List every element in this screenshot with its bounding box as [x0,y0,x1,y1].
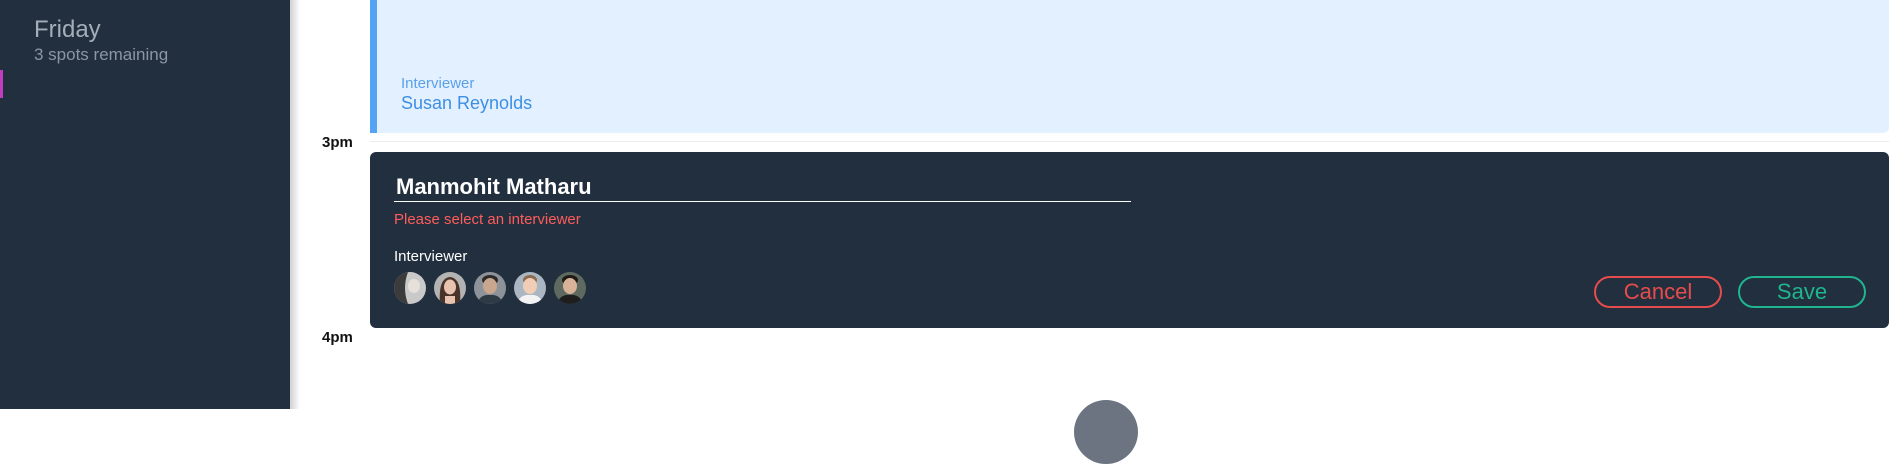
interviewer-avatar-5[interactable] [554,272,586,304]
selected-day-indicator [0,70,3,98]
time-divider [370,141,1889,142]
sidebar: Friday 3 spots remaining [0,0,300,409]
save-button[interactable]: Save [1738,276,1866,308]
day-spots-remaining: 3 spots remaining [34,45,169,64]
interviewer-name: Susan Reynolds [401,93,533,113]
interviewer-avatar-1[interactable] [394,272,426,304]
day-name[interactable]: Friday [34,16,101,44]
time-label-4pm: 4pm [322,329,353,346]
add-appointment-button[interactable] [1074,400,1138,464]
time-label-3pm: 3pm [322,134,353,151]
interviewer-list-label: Interviewer [394,248,468,265]
cancel-button[interactable]: Cancel [1594,276,1722,308]
sidebar-shadow [290,0,300,409]
interviewer-label: Interviewer [401,75,475,92]
interviewer-avatar-2[interactable] [434,272,466,304]
validation-error: Please select an interviewer [394,211,581,228]
interviewer-avatar-3[interactable] [474,272,506,304]
interviewer-avatar-4[interactable] [514,272,546,304]
interviewer-list [394,272,586,304]
booked-appointment[interactable]: Interviewer Susan Reynolds [370,0,1889,133]
appointment-form: Please select an interviewer Interviewer… [370,152,1889,328]
student-name-input[interactable] [394,172,1131,202]
